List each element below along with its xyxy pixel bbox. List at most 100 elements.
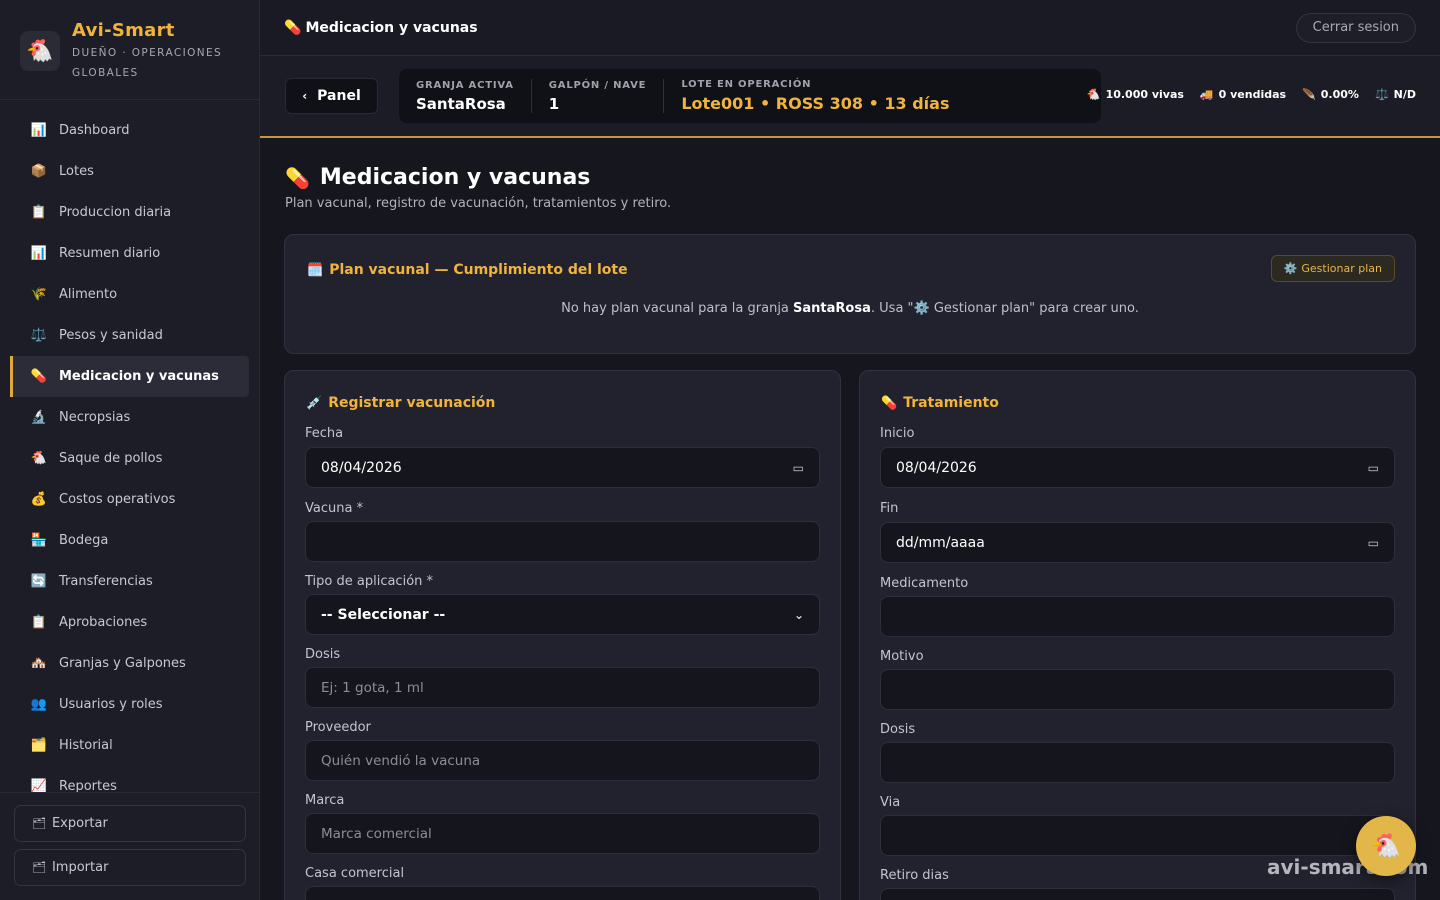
date-label: Fecha <box>305 426 344 441</box>
sidebar-item-label: Necropsias <box>59 410 131 425</box>
brand-label: Marca <box>305 793 345 808</box>
calendar-icon[interactable]: ▭ <box>1368 461 1379 475</box>
sidebar-item-label: Pesos y sanidad <box>59 328 163 343</box>
sidebar-item-necropsias[interactable]: 🔬 Necropsias <box>10 397 249 438</box>
sidebar-item-dashboard[interactable]: 📊 Dashboard <box>10 110 249 151</box>
route-label: Via <box>880 795 901 810</box>
plan-empty-message: No hay plan vacunal para la granja Santa… <box>285 301 1415 316</box>
withdrawal-days-label: Retiro dias <box>880 868 949 883</box>
chicken-icon: 🐔 <box>1371 832 1401 860</box>
plan-msg-prefix: No hay plan vacunal para la granja <box>561 301 794 316</box>
active-batch: LOTE EN OPERACIÓN Lote001 • ROSS 308 • 1… <box>664 79 966 113</box>
vaccine-label: Vacuna * <box>305 501 364 516</box>
calendar-icon[interactable]: ▭ <box>793 461 804 475</box>
sidebar-item-label: Dashboard <box>59 123 130 138</box>
manage-plan-button[interactable]: ⚙️ Gestionar plan <box>1270 255 1395 282</box>
sidebar-actions: 🗂 Exportar 🗂 Importar <box>0 792 260 893</box>
sidebar-item-medicacion-y-vacunas[interactable]: 💊 Medicacion y vacunas <box>10 356 249 397</box>
stat-alive: 🐔 10.000 vivas <box>1087 88 1184 101</box>
sidebar-item-historial[interactable]: 🗂️ Historial <box>10 725 249 766</box>
application-type-label: Tipo de aplicación * <box>305 574 434 589</box>
reason-input[interactable] <box>880 669 1395 710</box>
batch-stats: 🐔 10.000 vivas 🚚 0 vendidas 🪶 0.00% ⚖️ N… <box>1071 88 1416 101</box>
sidebar-item-label: Alimento <box>59 287 118 302</box>
route-input[interactable] <box>880 815 1395 856</box>
logout-button[interactable]: Cerrar sesion <box>1295 12 1416 43</box>
active-shed-value: 1 <box>548 94 560 113</box>
stat-sold-value: 0 vendidas <box>1218 88 1287 101</box>
treatment-form: 💊 Tratamiento Inicio 08/04/2026 ▭ Fin dd… <box>859 370 1416 900</box>
sidebar-item-label: Transferencias <box>59 574 153 589</box>
chevron-down-icon: ⌄ <box>793 607 804 622</box>
dose-label: Dosis <box>305 647 341 662</box>
plan-title-text: Plan vacunal — Cumplimiento del lote <box>329 262 628 278</box>
pill-icon: 💊 <box>881 395 898 411</box>
import-button[interactable]: 🗂 Importar <box>14 849 246 886</box>
calendar-icon: 🗓️ <box>307 262 324 278</box>
sidebar-item-usuarios-y-roles[interactable]: 👥 Usuarios y roles <box>10 684 249 725</box>
end-label: Fin <box>880 501 899 516</box>
brand-subtitle: DUEÑO · OPERACIONES GLOBALES <box>72 43 222 83</box>
active-farm: GRANJA ACTIVA SantaRosa <box>399 79 532 113</box>
users-icon: 👥 <box>30 697 48 712</box>
back-to-panel-button[interactable]: ‹ Panel <box>285 78 378 114</box>
sidebar-item-transferencias[interactable]: 🔄 Transferencias <box>10 561 249 602</box>
treatment-form-title: 💊 Tratamiento <box>881 395 999 411</box>
supplier-input[interactable]: Quién vendió la vacuna <box>305 740 820 781</box>
vaccine-input[interactable] <box>305 521 820 562</box>
sidebar-item-label: Aprobaciones <box>59 615 148 630</box>
active-farm-label: GRANJA ACTIVA <box>416 79 514 91</box>
syringe-icon: 💉 <box>306 395 323 411</box>
chicken-icon: 🐔 <box>1086 88 1101 101</box>
sidebar-item-aprobaciones[interactable]: 📋 Aprobaciones <box>10 602 249 643</box>
grain-icon: 🌾 <box>30 287 48 302</box>
gear-icon: ⚙️ <box>913 301 930 316</box>
clipboard-icon: 📋 <box>30 615 48 630</box>
bar-chart-icon: 📊 <box>30 246 48 261</box>
scale-icon: ⚖️ <box>30 328 48 343</box>
drug-input[interactable] <box>880 596 1395 637</box>
active-shed: GALPÓN / NAVE 1 <box>532 79 665 113</box>
sidebar-item-label: Usuarios y roles <box>59 697 163 712</box>
date-field[interactable]: 08/04/2026 ▭ <box>305 447 820 488</box>
calendar-icon[interactable]: ▭ <box>1368 536 1379 550</box>
end-date-field[interactable]: dd/mm/aaaa ▭ <box>880 522 1395 563</box>
start-date-field[interactable]: 08/04/2026 ▭ <box>880 447 1395 488</box>
chicken-icon: 🐔 <box>30 451 48 466</box>
sidebar-item-saque-de-pollos[interactable]: 🐔 Saque de pollos <box>10 438 249 479</box>
chicken-icon: 🐔 <box>20 31 60 71</box>
brand-input[interactable]: Marca comercial <box>305 813 820 854</box>
sidebar-item-label: Saque de pollos <box>59 451 163 466</box>
start-date-value: 08/04/2026 <box>896 459 977 476</box>
export-button[interactable]: 🗂 Exportar <box>14 805 246 842</box>
treatment-dose-input[interactable] <box>880 742 1395 783</box>
sidebar-item-label: Medicacion y vacunas <box>59 369 219 384</box>
sidebar-item-label: Produccion diaria <box>59 205 172 220</box>
sidebar-item-reportes[interactable]: 📈 Reportes <box>10 766 249 792</box>
topbar: 💊 Medicacion y vacunas Cerrar sesion <box>260 0 1440 56</box>
sidebar-item-lotes[interactable]: 📦 Lotes <box>10 151 249 192</box>
sidebar-item-granjas-y-galpones[interactable]: 🏘️ Granjas y Galpones <box>10 643 249 684</box>
start-label: Inicio <box>880 426 915 441</box>
sidebar-item-bodega[interactable]: 🏪 Bodega <box>10 520 249 561</box>
pill-icon: 💊 <box>30 369 48 384</box>
stat-mortality-value: 0.00% <box>1320 88 1359 101</box>
sidebar-item-costos-operativos[interactable]: 💰 Costos operativos <box>10 479 249 520</box>
page-title: 💊 Medicacion y vacunas <box>285 165 671 190</box>
application-type-select[interactable]: -- Seleccionar -- ⌄ <box>305 594 820 635</box>
sidebar-item-alimento[interactable]: 🌾 Alimento <box>10 274 249 315</box>
sidebar-item-produccion-diaria[interactable]: 📋 Produccion diaria <box>10 192 249 233</box>
microscope-icon: 🔬 <box>30 410 48 425</box>
active-farm-value: SantaRosa <box>416 94 506 113</box>
plan-card-title: 🗓️ Plan vacunal — Cumplimiento del lote <box>307 262 628 278</box>
dose-input[interactable]: Ej: 1 gota, 1 ml <box>305 667 820 708</box>
stat-sold: 🚚 0 vendidas <box>1200 88 1286 101</box>
drug-label: Medicamento <box>880 576 969 591</box>
sidebar-item-resumen-diario[interactable]: 📊 Resumen diario <box>10 233 249 274</box>
stat-weight: ⚖️ N/D <box>1375 88 1416 101</box>
page-subtitle: Plan vacunal, registro de vacunación, tr… <box>285 196 672 211</box>
sidebar-item-pesos-y-sanidad[interactable]: ⚖️ Pesos y sanidad <box>10 315 249 356</box>
commercial-house-input[interactable] <box>305 886 820 900</box>
withdrawal-days-input[interactable] <box>880 888 1395 900</box>
assistant-button[interactable]: 🐔 <box>1356 816 1416 876</box>
